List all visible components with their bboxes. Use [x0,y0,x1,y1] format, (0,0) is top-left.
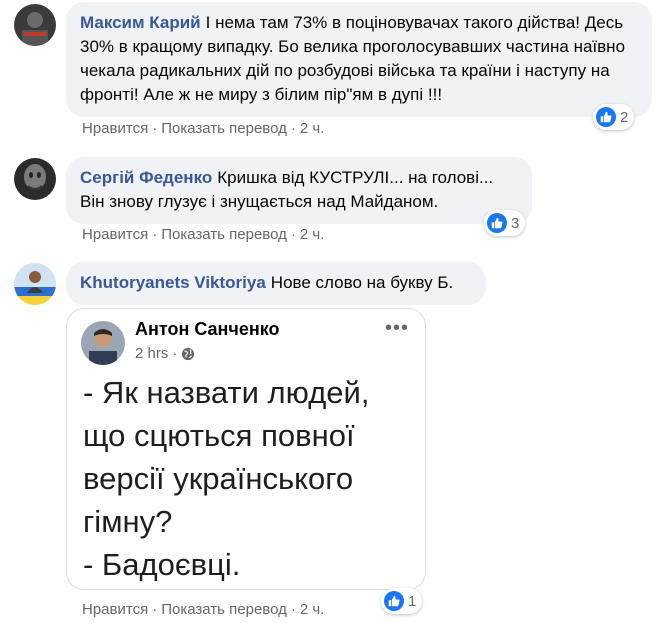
like-link[interactable]: Нравится [82,120,148,137]
comment-text: Нове слово на букву Б. [270,273,454,292]
like-link[interactable]: Нравится [82,226,148,243]
comment-author[interactable]: Khutoryanets Viktoriya [80,273,266,292]
avatar[interactable] [14,4,56,46]
post-time: 2 hrs [135,345,169,362]
separator: · [290,601,296,618]
shared-image-attachment[interactable]: Антон Санченко 2 hrs · ••• - Як назвати … [66,308,426,590]
like-reaction-icon [487,213,507,233]
post-text-line: гімну? [83,504,173,539]
avatar[interactable] [14,263,56,305]
post-text-line: що сцються повної [83,418,355,453]
post-meta: 2 hrs · [135,345,195,362]
post-text: - Як назвати людей, що сцються повної ве… [83,371,413,586]
translate-link[interactable]: Показать перевод [161,120,287,137]
post-text-line: версії українського [83,461,354,496]
post-text-line: - Бадоєвці. [83,547,241,582]
separator: · [152,601,158,618]
reaction-count-badge[interactable]: 1 [381,588,423,614]
comment-actions: Нравится · Показать перевод · 2 ч. [82,601,324,618]
translate-link[interactable]: Показать перевод [161,226,287,243]
comment-author[interactable]: Максим Карий [80,13,201,32]
post-author-name: Антон Санченко [135,319,280,339]
like-link[interactable]: Нравится [82,601,148,618]
globe-icon [181,347,195,361]
timestamp-link[interactable]: 2 ч. [300,601,325,618]
like-reaction-icon [596,107,616,127]
comment-actions: Нравится · Показать перевод · 2 ч. [82,226,324,243]
reaction-count: 3 [511,214,520,232]
separator: · [152,226,158,243]
separator: · [172,345,178,362]
timestamp-link[interactable]: 2 ч. [300,226,325,243]
more-options-icon: ••• [384,317,409,339]
avatar[interactable] [14,158,56,200]
comment-bubble: Сергій Феденко Кришка від КУСТРУЛІ... на … [66,157,532,224]
separator: · [290,226,296,243]
comment-bubble: Максим Карий І нема там 73% в поціновувач… [66,2,652,117]
post-text-line: - Як назвати людей, [83,375,370,410]
comment-actions: Нравится · Показать перевод · 2 ч. [82,120,324,137]
reaction-count: 1 [408,592,417,610]
reaction-count-badge[interactable]: 2 [593,104,635,130]
like-reaction-icon [384,591,404,611]
timestamp-link[interactable]: 2 ч. [300,120,325,137]
reaction-count-badge[interactable]: 3 [484,210,526,236]
comment-author[interactable]: Сергій Феденко [80,168,212,187]
separator: · [290,120,296,137]
reaction-count: 2 [620,108,629,126]
comment-bubble: Khutoryanets Viktoriya Нове слово на букв… [66,262,486,305]
separator: · [152,120,158,137]
translate-link[interactable]: Показать перевод [161,601,287,618]
post-author-avatar [81,321,125,365]
